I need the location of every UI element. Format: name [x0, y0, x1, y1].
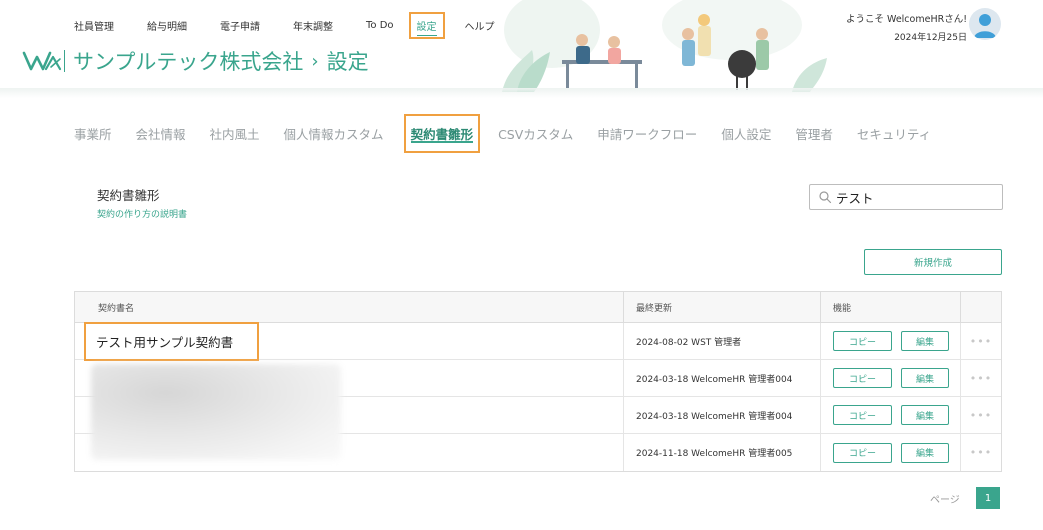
tab-workflow[interactable]: 申請ワークフロー [597, 124, 697, 143]
actions-cell: コピー 編集 [821, 360, 961, 396]
tab-office[interactable]: 事業所 [74, 124, 112, 143]
help-guide-link[interactable]: 契約の作り方の説明書 [97, 207, 187, 220]
user-info: ようこそ WelcomeHRさん! 2024年12月25日 [846, 11, 967, 43]
tab-company-info[interactable]: 会社情報 [136, 124, 186, 143]
nav-settings-label: 設定 [416, 22, 437, 36]
edit-button[interactable]: 編集 [901, 442, 949, 463]
nav-employee-management[interactable]: 社員管理 [74, 18, 114, 33]
more-options-icon[interactable]: ••• [970, 335, 992, 348]
header-shadow [0, 88, 1043, 98]
more-options-icon[interactable]: ••• [970, 372, 992, 385]
copy-button[interactable]: コピー [833, 442, 892, 463]
updated-cell: 2024-08-02 WST 管理者 [624, 323, 821, 359]
table-header: 契約書名 最終更新 機能 [75, 292, 1001, 323]
avatar[interactable] [969, 8, 1001, 40]
nav-e-application[interactable]: 電子申請 [220, 18, 260, 33]
actions-cell: コピー 編集 [821, 434, 961, 471]
last-updated: 2024-03-18 WelcomeHR 管理者004 [636, 374, 793, 385]
edit-button[interactable]: 編集 [901, 331, 949, 351]
tab-contract-templates[interactable]: 契約書雛形 [403, 113, 481, 153]
nav-help[interactable]: ヘルプ [465, 18, 495, 33]
copy-button[interactable]: コピー [833, 405, 892, 425]
updated-cell: 2024-11-18 WelcomeHR 管理者005 [624, 434, 821, 471]
company-name: サンプルテック株式会社 [73, 50, 304, 74]
edit-button[interactable]: 編集 [901, 405, 949, 425]
header-more-cell [961, 292, 1001, 322]
top-nav: 社員管理 給与明細 電子申請 年末調整 To Do 設定 ヘルプ [74, 12, 495, 39]
brand-breadcrumb: サンプルテック株式会社 › 設定 [22, 46, 369, 76]
company-logo-icon[interactable] [22, 47, 62, 75]
tab-personal-settings[interactable]: 個人設定 [721, 124, 771, 143]
tab-security[interactable]: セキュリティ [857, 124, 931, 143]
create-new-button[interactable]: 新規作成 [864, 249, 1002, 275]
more-options-icon[interactable]: ••• [970, 409, 992, 422]
settings-tabs: 事業所 会社情報 社内風土 個人情報カスタム 契約書雛形 CSVカスタム 申請ワ… [74, 113, 931, 153]
name-cell: テスト用サンプル契約書 [75, 321, 624, 361]
tab-csv-custom[interactable]: CSVカスタム [498, 124, 573, 143]
last-updated: 2024-08-02 WST 管理者 [636, 337, 742, 348]
tab-company-culture[interactable]: 社内風土 [210, 124, 260, 143]
user-avatar-icon [974, 14, 996, 38]
updated-cell: 2024-03-18 WelcomeHR 管理者004 [624, 360, 821, 396]
actions-cell: コピー 編集 [821, 397, 961, 433]
redacted-names-blur [91, 364, 341, 460]
table-row: テスト用サンプル契約書 2024-08-02 WST 管理者 コピー 編集 ••… [75, 321, 1001, 361]
tab-administrators[interactable]: 管理者 [795, 124, 833, 143]
brand-divider [64, 50, 65, 72]
header-name-cell: 契約書名 [75, 292, 624, 322]
header-updated-cell: 最終更新 [624, 292, 821, 322]
nav-todo[interactable]: To Do [366, 20, 394, 31]
nav-settings[interactable]: 設定 [408, 12, 445, 39]
search-box [809, 184, 1003, 210]
pagination-page-button[interactable]: 1 [976, 487, 1000, 509]
pagination-label: ページ [930, 495, 960, 506]
more-options-icon[interactable]: ••• [970, 446, 992, 459]
header-actions-cell: 機能 [821, 292, 961, 322]
last-updated: 2024-03-18 WelcomeHR 管理者004 [636, 411, 793, 422]
user-greeting: ようこそ WelcomeHRさん! [845, 14, 967, 25]
header-illustration [502, 0, 827, 92]
copy-button[interactable]: コピー [833, 331, 892, 351]
search-icon [819, 191, 832, 204]
tab-personal-info-custom[interactable]: 個人情報カスタム [284, 124, 384, 143]
column-header-updated: 最終更新 [636, 303, 673, 314]
column-header-name: 契約書名 [98, 303, 135, 314]
breadcrumb-separator: › [311, 50, 319, 72]
last-updated: 2024-11-18 WelcomeHR 管理者005 [636, 449, 793, 459]
search-input[interactable] [836, 189, 996, 205]
edit-button[interactable]: 編集 [901, 368, 949, 388]
nav-year-end-adjustment[interactable]: 年末調整 [293, 18, 333, 33]
current-date: 2024年12月25日 [894, 33, 967, 43]
copy-button[interactable]: コピー [833, 368, 892, 388]
section-title: 契約書雛形 [97, 188, 160, 203]
contract-name[interactable]: テスト用サンプル契約書 [84, 321, 260, 361]
app-header: 社員管理 給与明細 電子申請 年末調整 To Do 設定 ヘルプ サンプルテック… [0, 0, 1043, 92]
updated-cell: 2024-03-18 WelcomeHR 管理者004 [624, 397, 821, 433]
column-header-actions: 機能 [833, 303, 852, 314]
actions-cell: コピー 編集 [821, 323, 961, 359]
page-title: 設定 [326, 50, 369, 74]
nav-payslip[interactable]: 給与明細 [147, 18, 187, 33]
